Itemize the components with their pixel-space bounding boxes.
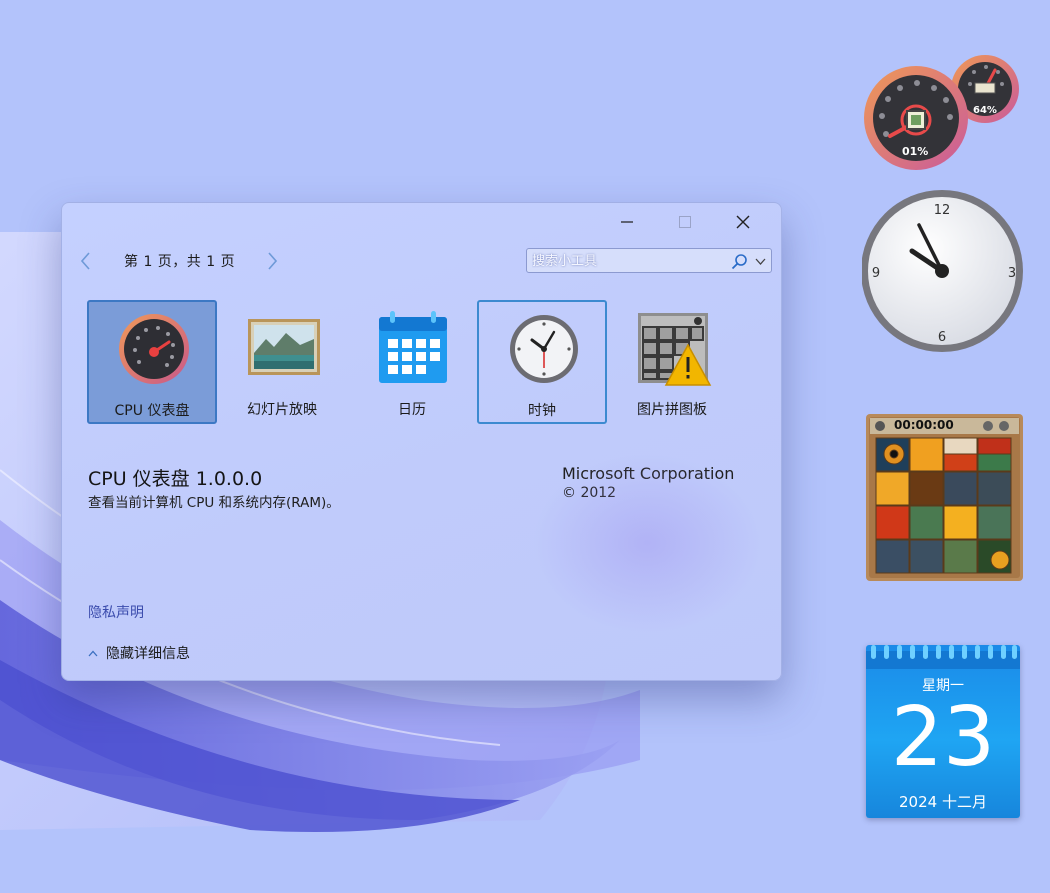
gadget-tile-cpu-meter[interactable]: CPU 仪表盘 [87, 300, 217, 424]
gadget-label: CPU 仪表盘 [114, 403, 190, 419]
clock-numeral-6: 6 [938, 330, 946, 345]
desktop-picture-puzzle-gadget[interactable]: 00:00:00 [866, 414, 1023, 581]
clock-numeral-9: 9 [872, 266, 880, 281]
calendar-month-year: 2024 十二月 [899, 793, 987, 811]
puzzle-timer: 00:00:00 [894, 418, 954, 432]
puzzle-board [866, 414, 1023, 581]
clock-numeral-12: 12 [934, 203, 951, 218]
hide-details-label: 隐藏详细信息 [106, 646, 190, 662]
gadget-list: CPU 仪表盘 幻灯片放映 日历 时钟 图片拼图板 [87, 300, 747, 428]
gadget-details-company: Microsoft Corporation [562, 464, 735, 483]
slideshow-icon [248, 319, 320, 375]
gadget-tile-clock[interactable]: 时钟 [477, 300, 607, 424]
cpu-usage-value: 01% [902, 145, 929, 158]
maximize-button[interactable] [656, 205, 714, 239]
calendar-day: 23 [890, 690, 996, 785]
page-indicator: 第 1 页，共 1 页 [124, 254, 236, 270]
next-page-button[interactable] [260, 249, 284, 273]
clock-icon [510, 315, 578, 383]
ram-usage-value: 64% [973, 105, 997, 116]
close-button[interactable] [714, 205, 772, 239]
chevron-right-icon [268, 252, 277, 270]
desktop-cpu-meter-gadget[interactable]: 01% 64% [862, 52, 1022, 172]
minimize-icon [621, 221, 633, 223]
calendar-rings [866, 645, 1020, 669]
desktop-clock-gadget[interactable]: 12 3 6 9 [861, 190, 1028, 356]
gadget-label: 幻灯片放映 [247, 402, 317, 418]
gadget-details-description: 查看当前计算机 CPU 和系统内存(RAM)。 [88, 495, 340, 511]
chevron-up-icon [88, 650, 98, 656]
clock-numeral-3: 3 [1008, 266, 1016, 281]
gadget-details-copyright: © 2012 [562, 485, 617, 501]
chevron-down-icon[interactable] [754, 255, 767, 268]
picture-puzzle-icon [638, 313, 712, 386]
calendar-icon [379, 311, 447, 383]
search-icon[interactable] [731, 253, 748, 270]
search-input[interactable] [530, 251, 730, 272]
privacy-statement-link[interactable]: 隐私声明 [88, 602, 144, 622]
gadget-label: 图片拼图板 [637, 402, 707, 418]
chevron-left-icon [81, 252, 90, 270]
clock-face: 12 3 6 9 [861, 190, 1023, 352]
hide-details-toggle[interactable]: 隐藏详细信息 [88, 643, 190, 663]
gadget-label: 时钟 [528, 403, 556, 419]
gadget-details-title: CPU 仪表盘 1.0.0.0 [88, 468, 263, 490]
cpu-meter-icon [119, 314, 189, 384]
gadget-tile-picture-puzzle[interactable]: 图片拼图板 [607, 300, 737, 424]
desktop-calendar-gadget[interactable]: 星期一 23 2024 十二月 [866, 645, 1020, 818]
search-box [526, 248, 772, 273]
gadget-label: 日历 [398, 402, 426, 418]
maximize-icon [679, 216, 691, 228]
gadget-tile-slideshow[interactable]: 幻灯片放映 [217, 300, 347, 424]
gadget-gallery-window: 第 1 页，共 1 页 搜索小工具 CPU 仪表盘 幻灯片放映 日历 时钟 图片… [61, 202, 782, 681]
gadget-tile-calendar[interactable]: 日历 [347, 300, 477, 424]
close-icon [736, 215, 750, 229]
previous-page-button[interactable] [74, 249, 98, 273]
minimize-button[interactable] [598, 205, 656, 239]
cpu-meter-dials [864, 55, 1019, 170]
